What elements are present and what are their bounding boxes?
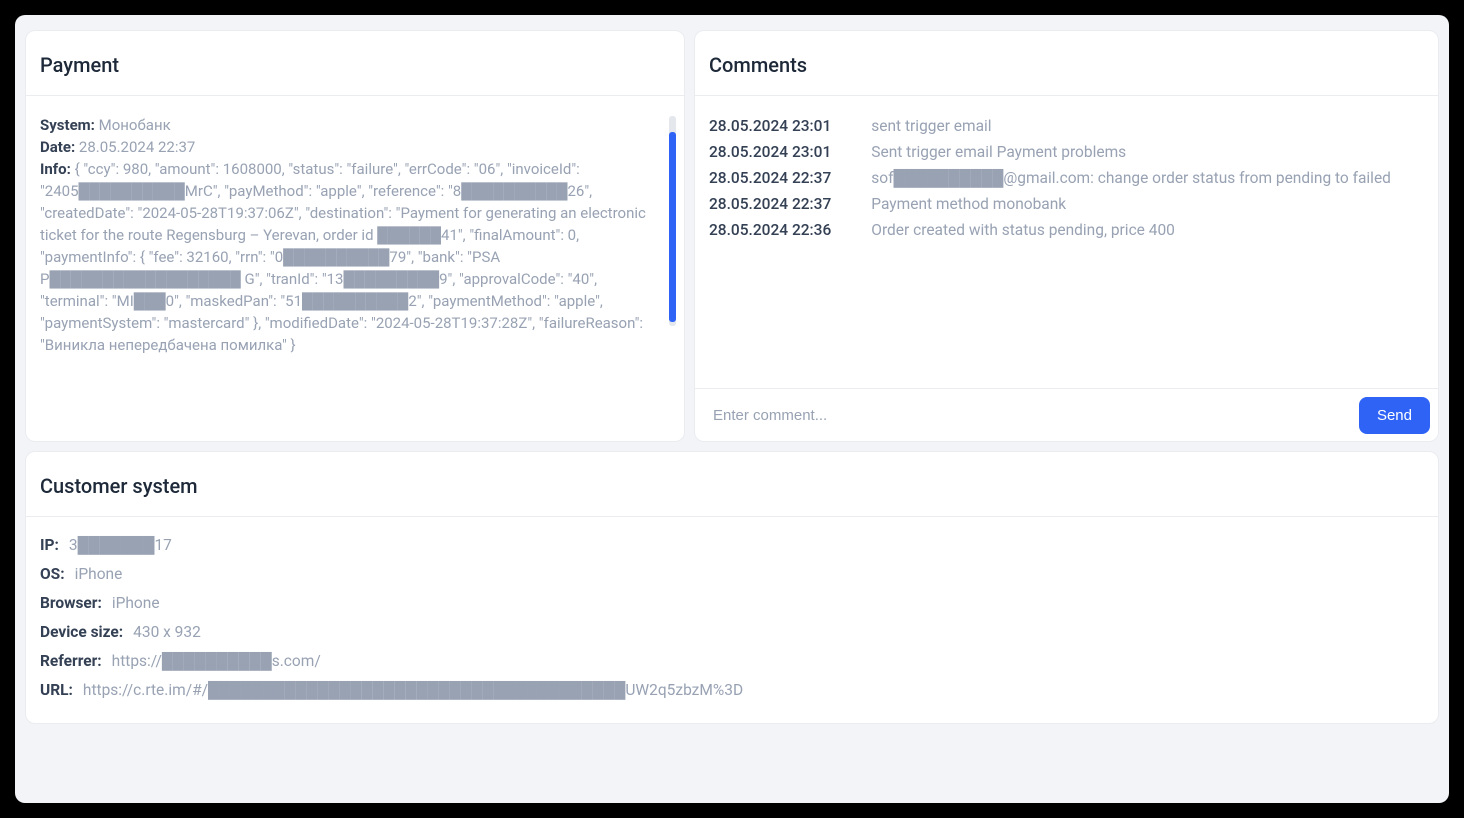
- kv-key: Device size:: [40, 622, 123, 643]
- kv-row: OS: iPhone: [40, 564, 1424, 585]
- customer-rows: IP: 3███████17OS: iPhone Browser: iPhone Devi…: [40, 535, 1424, 701]
- kv-key: OS:: [40, 564, 65, 585]
- comment-input[interactable]: [713, 407, 1359, 424]
- kv-value: iPhone: [112, 593, 160, 614]
- customer-title: Customer system: [40, 474, 1424, 498]
- kv-key: URL:: [40, 680, 73, 701]
- payment-system-value: Монобанк: [99, 116, 171, 134]
- comment-row: 28.05.2024 22:37 Payment method monobank: [709, 192, 1424, 217]
- comment-date: 28.05.2024 23:01: [709, 114, 831, 139]
- payment-body: System: Монобанк Date: 28.05.2024 22:37 …: [26, 96, 684, 441]
- comment-text: Payment method monobank: [871, 192, 1066, 217]
- kv-value: iPhone: [75, 564, 123, 585]
- payment-info-value: { "ccy": 980, "amount": 1608000, "status…: [40, 160, 646, 354]
- comment-row: 28.05.2024 22:36 Order created with statu…: [709, 218, 1424, 243]
- kv-key: Referrer:: [40, 651, 102, 672]
- comment-date: 28.05.2024 22:36: [709, 218, 831, 243]
- payment-card: Payment System: Монобанк Date: 28.05.202…: [25, 30, 685, 442]
- scrollbar-thumb[interactable]: [669, 132, 676, 322]
- payment-date-value: 28.05.2024 22:37: [79, 138, 195, 156]
- comments-list: 28.05.2024 23:01sent trigger email28.05.…: [709, 114, 1424, 243]
- kv-value: https://██████████s.com/: [112, 651, 321, 672]
- payment-header: Payment: [26, 31, 684, 96]
- comment-date: 28.05.2024 23:01: [709, 140, 831, 165]
- customer-header: Customer system: [26, 452, 1438, 517]
- kv-value: https://c.rte.im/#/█████████████████████…: [83, 680, 743, 701]
- kv-value: 3███████17: [69, 535, 172, 556]
- send-button[interactable]: Send: [1359, 397, 1430, 434]
- payment-content: System: Монобанк Date: 28.05.2024 22:37 …: [40, 114, 670, 356]
- comment-row: 28.05.2024 23:01 Sent trigger email Payme…: [709, 140, 1424, 165]
- comment-text: Sent trigger email Payment problems: [871, 140, 1126, 165]
- comments-header: Comments: [695, 31, 1438, 96]
- comment-row: 28.05.2024 22:37 sof██████████@gmail.com:…: [709, 166, 1424, 191]
- kv-row: URL: https://c.rte.im/#/█████████████████…: [40, 680, 1424, 701]
- kv-row: IP: 3███████17: [40, 535, 1424, 556]
- kv-row: Browser: iPhone: [40, 593, 1424, 614]
- kv-key: Browser:: [40, 593, 102, 614]
- scrollbar-track[interactable]: [669, 116, 676, 326]
- customer-card: Customer system IP:3███████17OS:iPhoneBr…: [25, 451, 1439, 724]
- kv-key: IP:: [40, 535, 59, 556]
- kv-value: 430 x 932: [133, 622, 201, 643]
- customer-body: IP: 3███████17OS: iPhone Browser: iPhone Devi…: [26, 517, 1438, 723]
- kv-row: Device size: 430 x 932: [40, 622, 1424, 643]
- comment-text: sof██████████@gmail.com: change order st…: [871, 166, 1391, 191]
- comments-footer: Send: [695, 388, 1438, 441]
- top-row: Payment System: Монобанк Date: 28.05.202…: [25, 30, 1439, 442]
- comment-date: 28.05.2024 22:37: [709, 166, 831, 191]
- comment-date: 28.05.2024 22:37: [709, 192, 831, 217]
- kv-row: Referrer: https://██████████s.com/: [40, 651, 1424, 672]
- page: Payment System: Монобанк Date: 28.05.202…: [15, 15, 1449, 803]
- comments-title: Comments: [709, 53, 1424, 77]
- payment-date-label: Date:: [40, 138, 75, 156]
- comment-row: 28.05.2024 23:01 sent trigger email: [709, 114, 1424, 139]
- payment-title: Payment: [40, 53, 670, 77]
- comment-text: Order created with status pending, price…: [871, 218, 1175, 243]
- comment-text: sent trigger email: [871, 114, 991, 139]
- payment-info-label: Info:: [40, 160, 71, 178]
- comments-card: Comments 28.05.2024 23:01 sent trigger em…: [694, 30, 1439, 442]
- payment-system-label: System:: [40, 116, 95, 134]
